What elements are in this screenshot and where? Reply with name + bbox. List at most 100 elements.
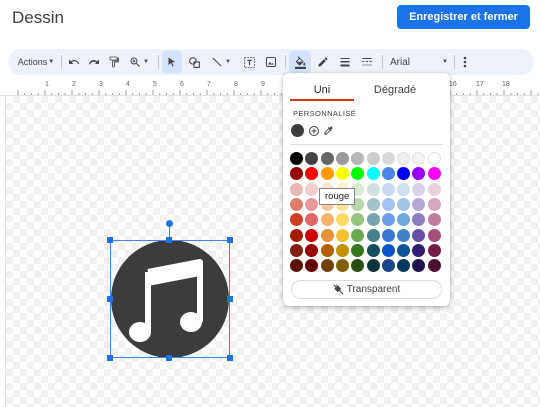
color-swatch[interactable] [290, 152, 303, 165]
more-icon[interactable] [458, 49, 472, 75]
rotation-handle[interactable] [166, 220, 173, 227]
color-swatch[interactable] [290, 259, 303, 273]
color-swatch[interactable] [290, 197, 303, 211]
color-swatch[interactable] [305, 243, 319, 257]
line-menu-button[interactable]: ▼ [206, 49, 236, 75]
resize-handle[interactable] [227, 296, 233, 302]
color-swatch[interactable] [305, 167, 319, 181]
color-swatch[interactable] [320, 152, 334, 165]
color-swatch[interactable] [381, 228, 395, 242]
color-swatch[interactable] [305, 197, 319, 211]
resize-handle[interactable] [166, 237, 172, 243]
resize-handle[interactable] [166, 355, 172, 361]
color-swatch[interactable] [320, 228, 334, 242]
color-swatch[interactable] [412, 182, 426, 196]
color-swatch[interactable] [397, 182, 411, 196]
color-swatch[interactable] [366, 152, 380, 165]
color-swatch[interactable] [366, 167, 380, 181]
color-swatch[interactable] [305, 182, 319, 196]
textbox-icon[interactable] [239, 49, 259, 75]
color-swatch[interactable] [397, 167, 411, 181]
color-swatch[interactable] [397, 259, 411, 273]
color-swatch[interactable] [397, 152, 411, 165]
color-swatch[interactable] [335, 259, 349, 273]
resize-handle[interactable] [107, 296, 113, 302]
color-swatch[interactable] [381, 243, 395, 257]
color-swatch[interactable] [335, 167, 349, 181]
color-swatch[interactable] [412, 213, 426, 227]
color-swatch[interactable] [397, 213, 411, 227]
color-swatch[interactable] [351, 213, 365, 227]
tab-solid[interactable]: Uni [290, 79, 354, 101]
color-swatch[interactable] [412, 197, 426, 211]
color-swatch[interactable] [397, 243, 411, 257]
color-swatch[interactable] [351, 243, 365, 257]
actions-menu-button[interactable]: Actions ▼ [14, 49, 58, 75]
select-icon[interactable] [162, 51, 182, 73]
color-swatch[interactable] [290, 243, 303, 257]
color-swatch[interactable] [381, 197, 395, 211]
color-swatch[interactable] [335, 228, 349, 242]
color-swatch[interactable] [397, 228, 411, 242]
color-swatch[interactable] [427, 167, 441, 181]
resize-handle[interactable] [227, 355, 233, 361]
color-swatch[interactable] [335, 213, 349, 227]
color-swatch[interactable] [366, 182, 380, 196]
color-swatch[interactable] [427, 259, 441, 273]
image-icon[interactable] [261, 49, 281, 75]
color-swatch[interactable] [305, 152, 319, 165]
color-swatch[interactable] [427, 182, 441, 196]
color-swatch[interactable] [412, 167, 426, 181]
zoom-menu-button[interactable]: ▼ [125, 49, 153, 75]
undo-icon[interactable] [65, 49, 83, 75]
color-swatch[interactable] [427, 197, 441, 211]
color-swatch[interactable] [427, 228, 441, 242]
color-swatch[interactable] [366, 259, 380, 273]
paint-format-icon[interactable] [105, 49, 123, 75]
color-swatch[interactable] [351, 167, 365, 181]
resize-handle[interactable] [107, 355, 113, 361]
color-swatch[interactable] [366, 243, 380, 257]
color-swatch[interactable] [320, 167, 334, 181]
transparent-button[interactable]: Transparent [291, 280, 442, 299]
save-and-close-button[interactable]: Enregistrer et fermer [397, 5, 530, 29]
redo-icon[interactable] [85, 49, 103, 75]
color-swatch[interactable] [320, 259, 334, 273]
color-swatch[interactable] [397, 197, 411, 211]
color-swatch[interactable] [320, 243, 334, 257]
color-swatch[interactable] [412, 259, 426, 273]
color-swatch[interactable] [290, 213, 303, 227]
border-dash-icon[interactable] [357, 49, 377, 75]
color-swatch[interactable] [305, 259, 319, 273]
color-swatch[interactable] [290, 167, 303, 181]
color-swatch[interactable] [351, 228, 365, 242]
font-select[interactable]: Arial ▼ [388, 49, 450, 75]
color-swatch[interactable] [381, 152, 395, 165]
color-swatch[interactable] [412, 152, 426, 165]
border-color-icon[interactable] [313, 49, 333, 75]
color-swatch[interactable] [427, 243, 441, 257]
color-swatch[interactable] [351, 259, 365, 273]
color-swatch[interactable] [412, 243, 426, 257]
color-swatch[interactable] [320, 213, 334, 227]
color-swatch[interactable] [290, 182, 303, 196]
color-swatch[interactable] [305, 213, 319, 227]
fill-color-icon[interactable] [289, 51, 311, 73]
color-swatch[interactable] [335, 243, 349, 257]
border-weight-icon[interactable] [335, 49, 355, 75]
color-swatch[interactable] [427, 152, 441, 165]
tab-gradient[interactable]: Dégradé [357, 79, 433, 101]
color-swatch[interactable] [366, 213, 380, 227]
color-swatch[interactable] [427, 213, 441, 227]
color-swatch[interactable] [305, 228, 319, 242]
eyedropper-icon[interactable] [322, 124, 335, 137]
resize-handle[interactable] [107, 237, 113, 243]
drawing-canvas[interactable] [6, 96, 540, 407]
add-custom-color-icon[interactable] [307, 124, 320, 137]
shape-icon[interactable] [184, 49, 204, 75]
color-swatch[interactable] [412, 228, 426, 242]
color-swatch[interactable] [335, 152, 349, 165]
color-swatch[interactable] [381, 167, 395, 181]
color-swatch[interactable] [381, 182, 395, 196]
color-swatch[interactable] [381, 259, 395, 273]
